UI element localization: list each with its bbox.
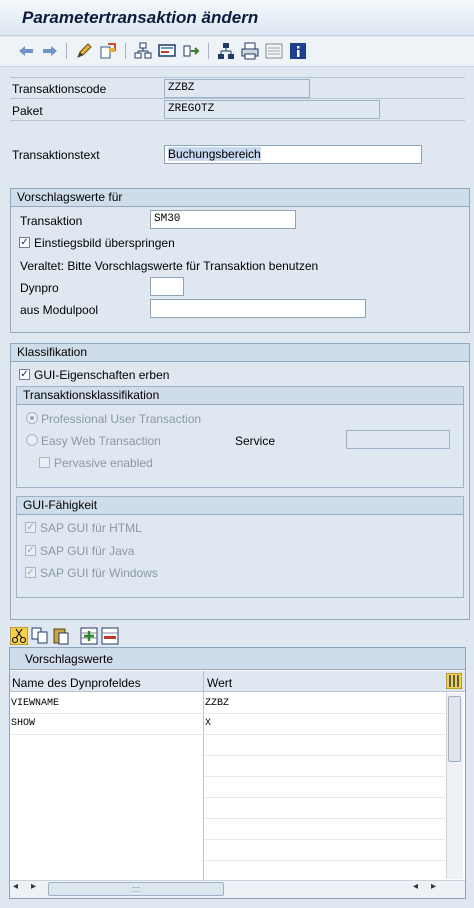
cell-field-name: SHOW [11, 718, 36, 729]
column-settings-icon[interactable] [446, 673, 462, 689]
easy-web-label: Easy Web Transaction [41, 434, 161, 448]
list-icon[interactable] [265, 42, 283, 60]
cell-value: ZZBZ [205, 698, 230, 709]
gui-ability-title: GUI-Fähigkeit [17, 497, 463, 515]
gui-java-checkbox[interactable]: ✓ [25, 545, 36, 556]
gui-html-label: SAP GUI für HTML [40, 521, 142, 535]
gui-html-checkbox[interactable]: ✓ [25, 522, 36, 533]
column-header-value[interactable]: Wert [207, 676, 232, 690]
display-change-icon[interactable] [99, 42, 117, 60]
transaction-input[interactable]: SM30 [150, 210, 296, 229]
row-line [204, 776, 445, 777]
horizontal-scroll-thumb[interactable]: ::: [48, 882, 224, 896]
pervasive-checkbox[interactable] [39, 457, 50, 468]
transaction-text-value: Buchungsbereich [168, 147, 261, 161]
tx-classification-title: Transaktionsklassifikation [17, 387, 463, 405]
dynpro-label: Dynpro [20, 281, 59, 295]
skip-initial-screen-label: Einstiegsbild überspringen [34, 236, 175, 250]
classification-group-title: Klassifikation [11, 344, 469, 362]
page-title: Parametertransaktion ändern [22, 8, 259, 27]
toolbar-separator [125, 43, 126, 59]
print-icon[interactable] [241, 42, 259, 60]
cut-icon[interactable] [10, 627, 28, 645]
scroll-right-icon[interactable]: ▸ [31, 881, 36, 892]
forward-arrow-icon[interactable] [41, 42, 59, 60]
transaction-label: Transaktion [20, 214, 83, 228]
easy-web-radio[interactable] [26, 434, 38, 446]
professional-label: Professional User Transaction [41, 412, 202, 426]
inherit-gui-label: GUI-Eigenschaften erben [34, 368, 170, 382]
transaction-text-label: Transaktionstext [12, 148, 100, 162]
toolbar-separator [66, 43, 67, 59]
skip-initial-screen-checkbox[interactable]: ✓ [19, 237, 30, 248]
column-header-field-name[interactable]: Name des Dynprofeldes [12, 676, 141, 690]
header-divider [10, 120, 465, 121]
copy-icon[interactable] [31, 627, 49, 645]
scroll-right-icon-2[interactable]: ▸ [431, 881, 436, 892]
dynpro-input[interactable] [150, 277, 184, 296]
cell-field-name: VIEWNAME [11, 698, 60, 709]
inherit-gui-checkbox[interactable]: ✓ [19, 369, 30, 380]
defaults-table-title: Vorschlagswerte [10, 648, 465, 670]
package-field: ZREGOTZ [164, 100, 380, 119]
row-line [204, 860, 445, 861]
gui-java-label: SAP GUI für Java [40, 544, 135, 558]
row-line [204, 755, 445, 756]
gui-windows-label: SAP GUI für Windows [40, 566, 158, 580]
row-line [204, 839, 445, 840]
tcode-field: ZZBZ [164, 79, 310, 98]
org-tree-icon[interactable] [217, 42, 235, 60]
row-line [10, 734, 445, 735]
application-toolbar [0, 37, 474, 67]
professional-radio[interactable] [26, 412, 38, 424]
row-line [204, 797, 445, 798]
vertical-scroll-thumb[interactable] [448, 696, 461, 762]
gui-windows-checkbox[interactable]: ✓ [25, 567, 36, 578]
toolbar-separator [208, 43, 209, 59]
service-input [346, 430, 450, 449]
tcode-label: Transaktionscode [12, 82, 107, 96]
info-icon[interactable] [289, 42, 307, 60]
paste-icon[interactable] [52, 627, 70, 645]
obsolete-note: Veraltet: Bitte Vorschlagswerte für Tran… [20, 259, 319, 273]
edit-pencil-icon[interactable] [75, 42, 93, 60]
back-arrow-icon[interactable] [17, 42, 35, 60]
defaults-group-title: Vorschlagswerte für [11, 189, 469, 207]
table-row[interactable] [10, 714, 445, 734]
module-pool-label: aus Modulpool [20, 303, 99, 317]
header-divider [10, 98, 465, 99]
row-line [204, 818, 445, 819]
package-label: Paket [12, 104, 43, 118]
navigate-icon[interactable] [182, 42, 200, 60]
service-label: Service [235, 434, 276, 448]
header-divider [10, 77, 465, 78]
scroll-left-icon-2[interactable]: ◂ [413, 881, 418, 892]
insert-row-icon[interactable] [80, 627, 98, 645]
delete-row-icon[interactable] [101, 627, 119, 645]
screen-icon[interactable] [158, 42, 176, 60]
transaction-text-input[interactable]: Buchungsbereich [164, 145, 422, 164]
module-pool-input[interactable] [150, 299, 366, 318]
cell-value: X [205, 718, 212, 729]
hierarchy-icon[interactable] [134, 42, 152, 60]
pervasive-label: Pervasive enabled [54, 456, 153, 470]
scroll-left-icon[interactable]: ◂ [13, 881, 18, 892]
